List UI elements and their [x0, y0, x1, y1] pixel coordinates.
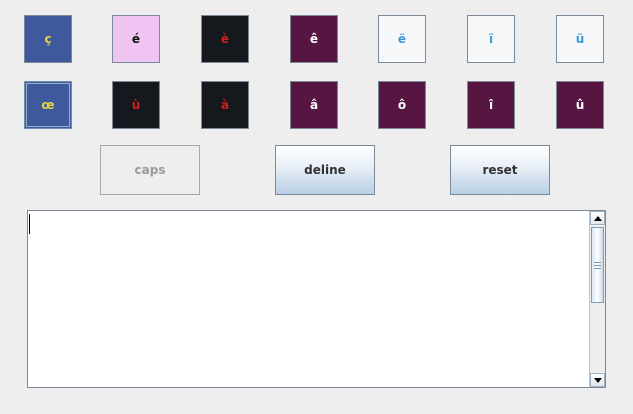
key-e-circumflex[interactable]: ê [290, 15, 338, 63]
key-label: î [488, 98, 494, 112]
scroll-down-button[interactable] [590, 373, 605, 387]
key-label: ô [397, 98, 407, 112]
key-label: ê [309, 32, 319, 46]
key-e-diaeresis[interactable]: ë [378, 15, 426, 63]
key-label: û [575, 98, 585, 112]
key-label: è [220, 32, 230, 46]
key-a-circumflex[interactable]: â [290, 81, 338, 129]
key-e-grave[interactable]: è [201, 15, 249, 63]
key-u-diaeresis[interactable]: ü [556, 15, 604, 63]
key-label: ü [575, 32, 585, 46]
triangle-down-icon [593, 377, 602, 383]
key-oe-ligature[interactable]: œ [24, 81, 72, 129]
text-area[interactable] [27, 210, 606, 388]
key-label: œ [41, 98, 55, 112]
key-i-circumflex[interactable]: î [467, 81, 515, 129]
key-c-cedilla[interactable]: ç [24, 15, 72, 63]
triangle-up-icon [593, 215, 602, 221]
key-e-acute[interactable]: é [112, 15, 160, 63]
key-label: é [131, 32, 141, 46]
key-i-diaeresis[interactable]: ï [467, 15, 515, 63]
deline-button[interactable]: deline [275, 145, 375, 195]
key-label: à [220, 98, 230, 112]
grip-icon [594, 261, 601, 269]
key-u-circumflex[interactable]: û [556, 81, 604, 129]
key-a-grave[interactable]: à [201, 81, 249, 129]
scroll-up-button[interactable] [590, 211, 605, 225]
caps-button[interactable]: caps [100, 145, 200, 195]
key-label: ë [397, 32, 407, 46]
key-label: â [309, 98, 319, 112]
vertical-scrollbar[interactable] [589, 211, 605, 387]
key-label: ù [131, 98, 141, 112]
key-label: ï [488, 32, 494, 46]
key-label: ç [44, 32, 52, 46]
key-u-grave[interactable]: ù [112, 81, 160, 129]
key-o-circumflex[interactable]: ô [378, 81, 426, 129]
scrollbar-thumb[interactable] [591, 227, 604, 303]
reset-button[interactable]: reset [450, 145, 550, 195]
text-caret [29, 214, 30, 234]
